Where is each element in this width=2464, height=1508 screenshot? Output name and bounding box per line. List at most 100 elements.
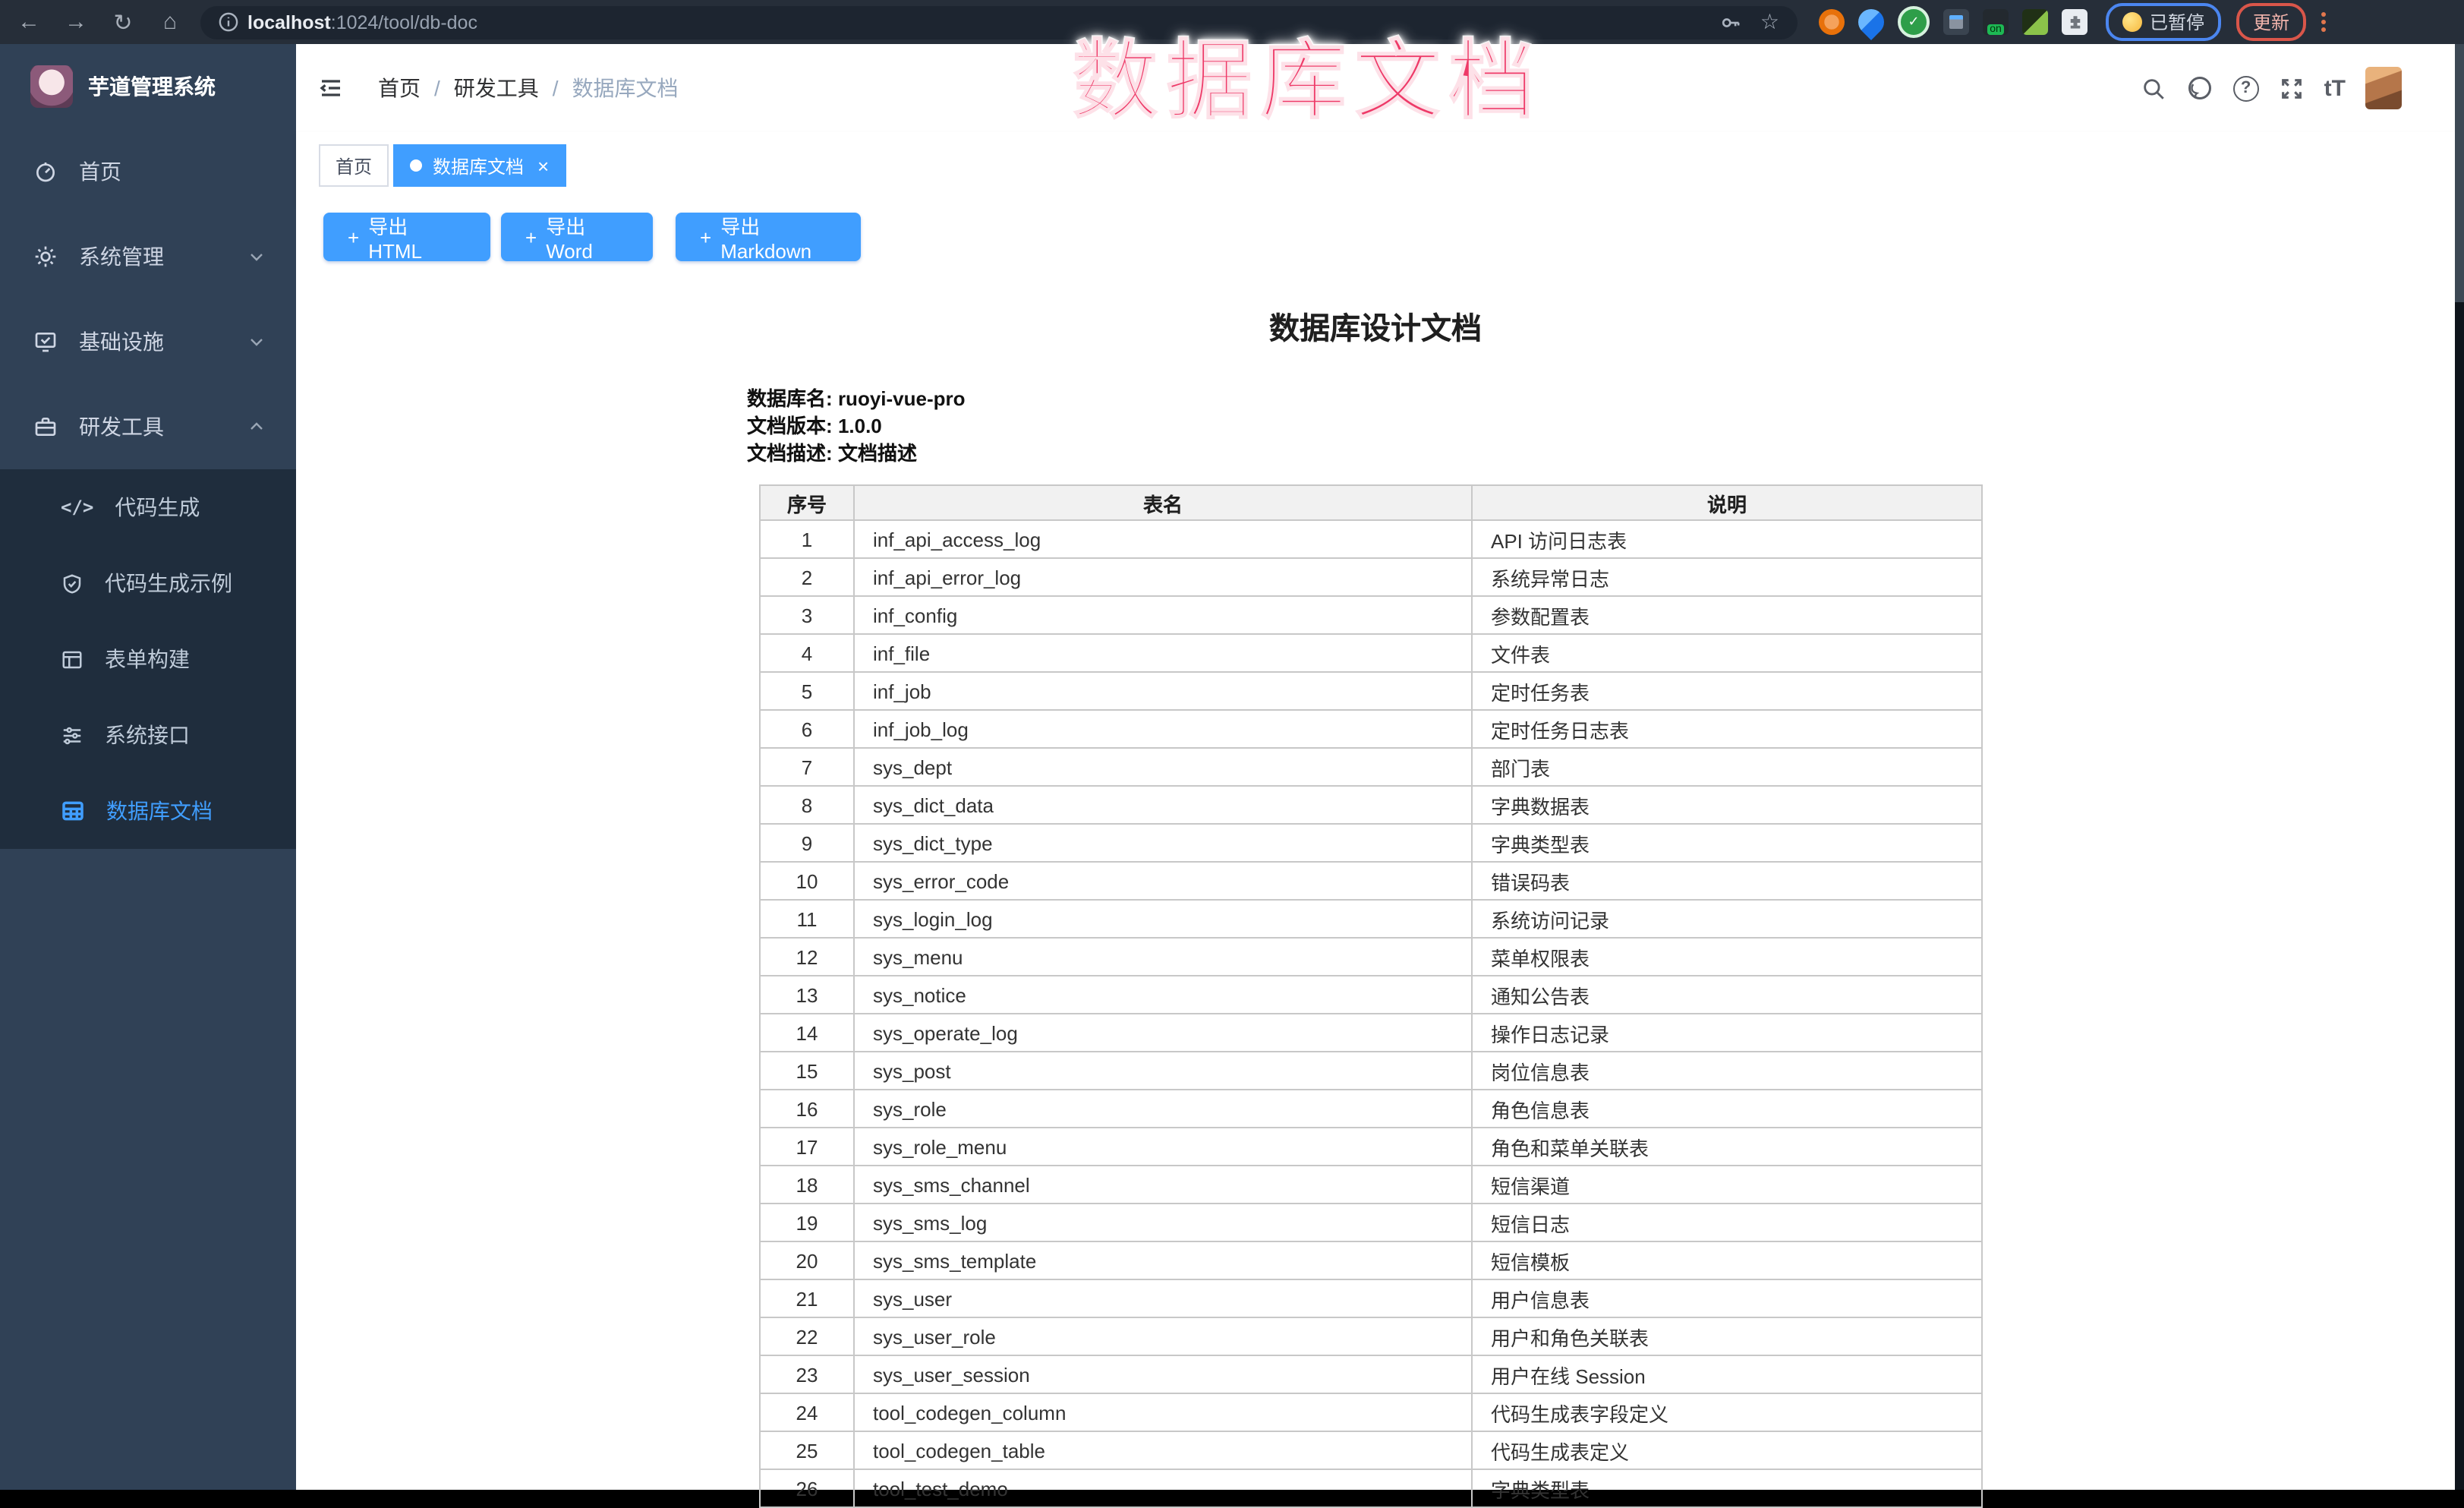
table-row: 8 sys_dict_data 字典数据表 (760, 786, 1982, 824)
sidebar-item-db-doc[interactable]: 数据库文档 (0, 773, 296, 849)
github-icon[interactable] (2186, 74, 2214, 102)
export-html-button[interactable]: + 导出 HTML (323, 213, 490, 261)
sidebar-item-codegen[interactable]: </> 代码生成 (0, 469, 296, 545)
url-host: localhost (247, 11, 331, 33)
search-icon[interactable] (2141, 75, 2166, 101)
table-name-link[interactable]: inf_api_error_log (854, 558, 1472, 596)
tab-db-doc[interactable]: 数据库文档 × (393, 144, 566, 187)
emoji-icon (2122, 12, 2142, 32)
table-name-link[interactable]: sys_menu (854, 938, 1472, 976)
row-index: 21 (760, 1279, 854, 1317)
home-icon[interactable]: ⌂ (152, 4, 188, 40)
table-name-link[interactable]: sys_notice (854, 976, 1472, 1014)
extension-pin-icon[interactable] (1853, 4, 1889, 40)
row-index: 24 (760, 1393, 854, 1431)
table-name-link[interactable]: sys_sms_log (854, 1204, 1472, 1241)
row-index: 9 (760, 824, 854, 862)
breadcrumb-devtools[interactable]: 研发工具 (454, 73, 539, 103)
extension-check-icon[interactable]: ✓ (1898, 6, 1930, 38)
table-row: 6 inf_job_log 定时任务日志表 (760, 710, 1982, 748)
export-word-button[interactable]: + 导出 Word (501, 213, 653, 261)
fullscreen-icon[interactable] (2279, 75, 2305, 101)
close-icon[interactable]: × (537, 154, 549, 177)
table-name-link[interactable]: sys_dict_type (854, 824, 1472, 862)
table-row: 20 sys_sms_template 短信模板 (760, 1241, 1982, 1279)
table-name-link[interactable]: sys_user (854, 1279, 1472, 1317)
main-area: 首页 / 研发工具 / 数据库文档 ? tT 首页 数据库 (296, 44, 2464, 1490)
bookmark-star-icon[interactable]: ☆ (1760, 9, 1779, 35)
chevron-down-icon (247, 333, 266, 351)
table-row: 15 sys_post 岗位信息表 (760, 1052, 1982, 1090)
extension-orange-icon[interactable] (1819, 9, 1845, 35)
table-name-link[interactable]: sys_role (854, 1090, 1472, 1128)
doc-version-value: 1.0.0 (838, 415, 882, 437)
table-name-link[interactable]: sys_user_role (854, 1317, 1472, 1355)
table-name-link[interactable]: inf_job_log (854, 710, 1472, 748)
table-name-link[interactable]: inf_api_access_log (854, 520, 1472, 558)
page-scrollbar[interactable] (2455, 44, 2464, 1490)
key-icon[interactable] (1721, 11, 1742, 33)
table-name-link[interactable]: sys_sms_template (854, 1241, 1472, 1279)
breadcrumb-current: 数据库文档 (572, 73, 679, 103)
help-icon[interactable]: ? (2233, 75, 2259, 101)
table-name-link[interactable]: sys_dict_data (854, 786, 1472, 824)
extension-leaf-icon[interactable] (2022, 9, 2048, 35)
font-size-icon[interactable]: tT (2324, 75, 2346, 101)
sidebar-item-home[interactable]: 首页 (0, 129, 296, 214)
table-row: 21 sys_user 用户信息表 (760, 1279, 1982, 1317)
table-name-link[interactable]: sys_dept (854, 748, 1472, 786)
table-header-row: 序号 表名 说明 (760, 485, 1982, 520)
extension-on-icon[interactable]: on (1983, 9, 2009, 35)
update-button[interactable]: 更新 (2236, 3, 2306, 41)
tab-home[interactable]: 首页 (319, 144, 389, 187)
row-index: 17 (760, 1128, 854, 1166)
table-name-link[interactable]: sys_login_log (854, 900, 1472, 938)
extension-grid-icon[interactable] (1943, 9, 1969, 35)
sidebar-item-devtools[interactable]: 研发工具 (0, 384, 296, 469)
sidebar-item-system[interactable]: 系统管理 (0, 214, 296, 299)
app-logo-row[interactable]: 芋道管理系统 (0, 44, 296, 129)
sidebar-item-codegen-demo[interactable]: 代码生成示例 (0, 545, 296, 621)
db-name-value: ruoyi-vue-pro (838, 387, 966, 410)
puzzle-icon[interactable] (2062, 9, 2087, 35)
back-icon[interactable]: ← (11, 4, 47, 40)
table-name-link[interactable]: tool_codegen_table (854, 1431, 1472, 1469)
table-name-link[interactable]: sys_post (854, 1052, 1472, 1090)
table-name-link[interactable]: inf_file (854, 634, 1472, 672)
scrollbar-thumb[interactable] (2455, 44, 2464, 302)
table-row: 10 sys_error_code 错误码表 (760, 862, 1982, 900)
info-icon[interactable] (219, 12, 238, 32)
reload-icon[interactable]: ↻ (105, 4, 141, 40)
table-name-link[interactable]: inf_config (854, 596, 1472, 634)
breadcrumb-home[interactable]: 首页 (378, 73, 421, 103)
active-dot (410, 159, 422, 172)
paused-badge[interactable]: 已暂停 (2106, 3, 2221, 41)
table-row: 18 sys_sms_channel 短信渠道 (760, 1166, 1982, 1204)
table-name-link[interactable]: tool_codegen_column (854, 1393, 1472, 1431)
table-name-link[interactable]: inf_job (854, 672, 1472, 710)
sidebar-item-system-api[interactable]: 系统接口 (0, 697, 296, 773)
table-name-link[interactable]: sys_user_session (854, 1355, 1472, 1393)
table-name-link[interactable]: tool_test_demo (854, 1469, 1472, 1507)
sidebar-item-label: 数据库文档 (106, 796, 213, 826)
address-bar[interactable]: localhost:1024/tool/db-doc ☆ (200, 5, 1798, 39)
row-index: 5 (760, 672, 854, 710)
table-name-link[interactable]: sys_error_code (854, 862, 1472, 900)
url-path: :1024/tool/db-doc (331, 11, 477, 33)
table-name-link[interactable]: sys_sms_channel (854, 1166, 1472, 1204)
sidebar-collapse-icon[interactable] (317, 74, 345, 102)
export-markdown-button[interactable]: + 导出 Markdown (676, 213, 861, 261)
table-row: 24 tool_codegen_column 代码生成表字段定义 (760, 1393, 1982, 1431)
table-name-link[interactable]: sys_role_menu (854, 1128, 1472, 1166)
chevron-up-icon (247, 418, 266, 436)
sidebar-item-infra[interactable]: 基础设施 (0, 299, 296, 384)
table-name-link[interactable]: sys_operate_log (854, 1014, 1472, 1052)
sidebar-item-form-builder[interactable]: 表单构建 (0, 621, 296, 697)
browser-menu-icon[interactable] (2321, 12, 2326, 32)
breadcrumb: 首页 / 研发工具 / 数据库文档 (378, 73, 679, 103)
row-index: 15 (760, 1052, 854, 1090)
forward-icon[interactable]: → (58, 4, 94, 40)
avatar[interactable] (2365, 67, 2402, 109)
table-desc: 短信日志 (1472, 1204, 1982, 1241)
table-desc: 角色和菜单关联表 (1472, 1128, 1982, 1166)
